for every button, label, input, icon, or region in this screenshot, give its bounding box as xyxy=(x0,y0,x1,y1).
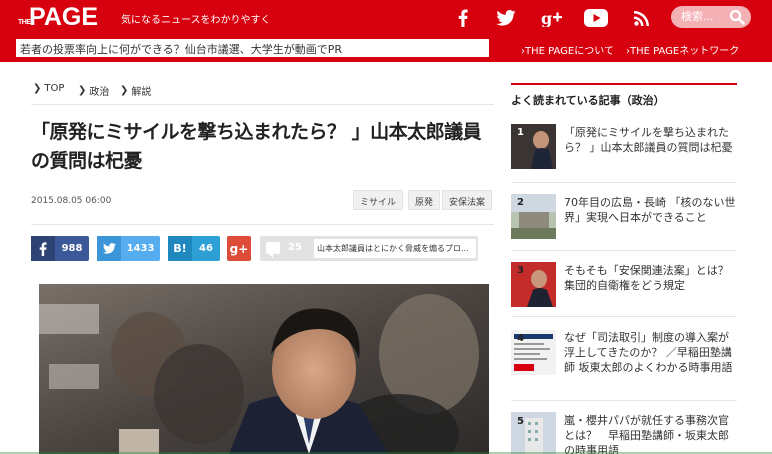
facebook-share-button[interactable]: 988 xyxy=(31,236,89,261)
breadcrumb-politics[interactable]: ❯ 政治 xyxy=(78,83,109,98)
twitter-share-count: 1433 xyxy=(126,243,155,254)
breadcrumb-top[interactable]: ❯ TOP xyxy=(33,83,64,94)
tag-missile[interactable]: ミサイル xyxy=(353,190,404,210)
google-plus-icon: g+ xyxy=(229,241,249,256)
ranking-title: 嵐・櫻井パパが就任する事務次官とは？ 早稲田塾講師・坂東太郎の時事用語 xyxy=(564,414,729,454)
google-plus-share-button[interactable]: g+ xyxy=(227,236,251,261)
header-link-network-label: THE PAGEネットワーク xyxy=(630,46,740,57)
chevron-right-icon: ❯ xyxy=(33,83,42,94)
twitter-share-button[interactable]: 1433 xyxy=(97,236,160,261)
ranking-title: 70年目の広島・長崎 「核のない世界」実現へ日本ができること xyxy=(564,196,736,224)
chevron-right-icon: ❯ xyxy=(78,85,87,96)
article-title: 「原発にミサイルを撃ち込まれたら？ 」山本太郎議員の質問は杞憂 xyxy=(31,121,482,172)
header-link-about[interactable]: ›THE PAGEについて xyxy=(521,42,614,57)
ranking-number: 4 xyxy=(517,333,524,344)
ranking-title: なぜ「司法取引」制度の導入案が浮上してきたのか？ ／早稲田塾講師 坂東太郎のよく… xyxy=(564,331,733,374)
ranking-title: 「原発にミサイルを撃ち込まれたら？ 」山本太郎議員の質問は杞憂 xyxy=(564,126,733,154)
ranking-item-5[interactable]: 5 嵐・櫻井パパが就任する事務次官とは？ 早稲田塾講師・坂東太郎の時事用語 xyxy=(511,412,737,454)
site-logo[interactable]: THE PAGE xyxy=(18,4,98,30)
ranking-item-2[interactable]: 2 70年目の広島・長崎 「核のない世界」実現へ日本ができること xyxy=(511,194,737,244)
hatena-bookmark-count: 46 xyxy=(199,243,213,254)
ranking-title: そもそも「安保関連法案」とは？ 集団的自衛権をどう規定 xyxy=(564,264,740,292)
youtube-icon[interactable] xyxy=(583,6,609,30)
search-input[interactable] xyxy=(681,10,733,23)
logo-page: PAGE xyxy=(29,3,98,31)
divider xyxy=(511,316,737,317)
breadcrumb-label: 解説 xyxy=(131,87,152,98)
hatena-bookmark-button[interactable]: B! 46 xyxy=(168,236,220,261)
sidebar-accent-line xyxy=(511,83,737,85)
divider xyxy=(511,400,737,401)
twitter-icon xyxy=(97,236,121,261)
ranking-number: 5 xyxy=(517,416,524,427)
hatena-icon: B! xyxy=(168,236,192,261)
header-link-network[interactable]: ›THE PAGEネットワーク xyxy=(626,42,739,57)
divider xyxy=(31,104,494,105)
divider xyxy=(511,182,737,183)
header-link-about-label: THE PAGEについて xyxy=(525,46,614,57)
ranking-item-1[interactable]: 1 「原発にミサイルを撃ち込まれたら？ 」山本太郎議員の質問は杞憂 xyxy=(511,124,737,174)
breadcrumb-label: 政治 xyxy=(89,87,110,98)
site-header: THE PAGE 気になるニュースをわかりやすく g 若者の投票率向上に何ができ… xyxy=(0,0,772,62)
google-plus-icon[interactable]: g xyxy=(539,6,565,30)
tag-nuclear[interactable]: 原発 xyxy=(408,190,441,210)
comment-snippet[interactable]: 山本太郎議員はとにかく脅威を煽るプロ... xyxy=(314,239,476,258)
breadcrumb-commentary[interactable]: ❯ 解説 xyxy=(120,83,151,98)
logo-the: THE xyxy=(18,19,31,26)
ranking-number: 3 xyxy=(517,265,524,276)
facebook-icon xyxy=(31,236,55,261)
comment-count: 25 xyxy=(288,242,302,253)
svg-text:g: g xyxy=(541,9,552,27)
rss-icon[interactable] xyxy=(629,6,655,30)
chevron-right-icon: ❯ xyxy=(120,85,129,96)
divider xyxy=(31,224,494,225)
breadcrumb-label: TOP xyxy=(44,83,65,94)
comment-icon xyxy=(266,242,280,258)
divider xyxy=(511,250,737,251)
ranking-item-3[interactable]: 3 そもそも「安保関連法案」とは？ 集団的自衛権をどう規定 xyxy=(511,262,740,307)
facebook-icon[interactable] xyxy=(450,6,476,30)
search-icon[interactable] xyxy=(729,9,745,25)
ranking-number: 2 xyxy=(517,197,524,208)
ranking-number: 1 xyxy=(517,127,524,138)
article-date: 2015.08.05 06:00 xyxy=(31,196,112,206)
sidebar-heading: よく読まれている記事（政治） xyxy=(511,94,665,107)
article-photo xyxy=(39,284,489,454)
ranking-item-4[interactable]: 4 なぜ「司法取引」制度の導入案が浮上してきたのか？ ／早稲田塾講師 坂東太郎の… xyxy=(511,329,737,391)
top-news-ticker[interactable]: 若者の投票率向上に何ができる？仙台市議選、大学生が動画でPR xyxy=(16,39,489,57)
site-tagline: 気になるニュースをわかりやすく xyxy=(121,15,271,26)
facebook-share-count: 988 xyxy=(61,243,83,254)
tag-security-bill[interactable]: 安保法案 xyxy=(442,190,493,210)
twitter-icon[interactable] xyxy=(493,6,519,30)
search-box xyxy=(671,6,751,28)
